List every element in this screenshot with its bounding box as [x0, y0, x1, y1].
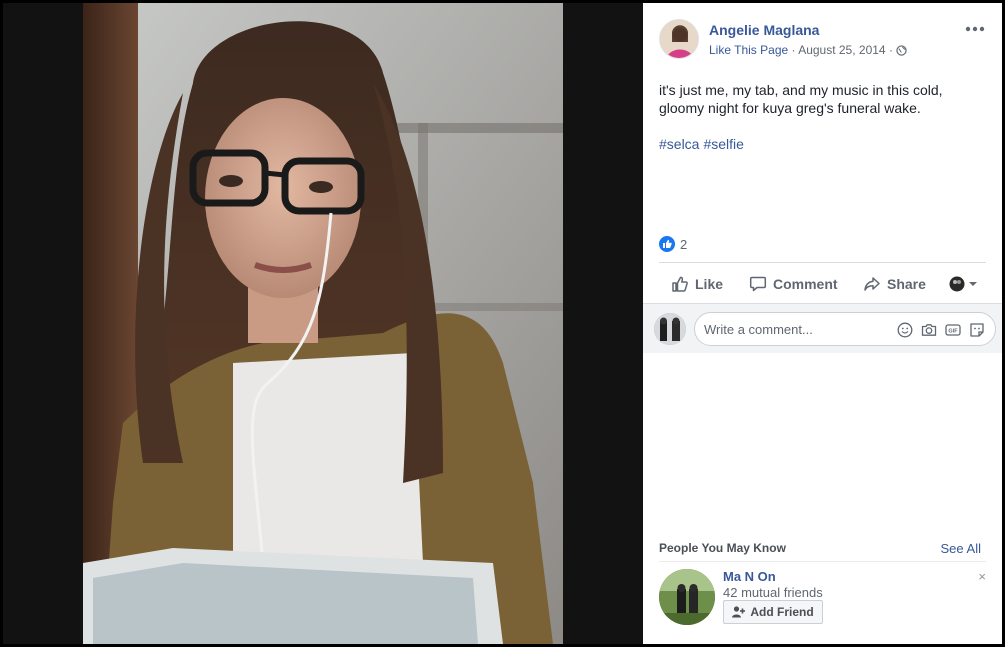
photo-letterbox-left [3, 3, 83, 644]
post-actions: Like Comment Share [659, 265, 986, 303]
suggested-person-avatar[interactable] [659, 569, 715, 625]
viewer-avatar [654, 313, 686, 345]
meta-separator: · [888, 43, 893, 57]
sticker-icon[interactable] [969, 322, 985, 338]
divider [659, 262, 986, 263]
photo-viewer: Angelie Maglana Like This Page · August … [0, 0, 1005, 647]
pymk-title: People You May Know [659, 541, 786, 555]
hashtag-link[interactable]: #selfie [703, 136, 743, 152]
post-date[interactable]: August 25, 2014 [798, 43, 885, 57]
like-reaction-icon [659, 236, 675, 252]
smiley-icon[interactable] [897, 322, 913, 338]
comment-composer: GIF [643, 303, 1002, 353]
author-avatar-image [660, 20, 698, 58]
comment-button[interactable]: Comment [749, 265, 838, 303]
like-page-link[interactable]: Like This Page [709, 43, 788, 57]
photo[interactable] [83, 3, 563, 644]
photo-letterbox-right [563, 3, 643, 644]
author-name[interactable]: Angelie Maglana [709, 22, 819, 38]
suggested-person-avatar-image [659, 569, 715, 625]
globe-icon [896, 45, 907, 56]
see-all-link[interactable]: See All [941, 541, 981, 556]
photo-image [83, 3, 563, 644]
suggested-person-name[interactable]: Ma N On [723, 569, 776, 584]
comment-input[interactable] [704, 313, 884, 345]
add-friend-label: Add Friend [750, 605, 814, 619]
close-icon[interactable]: × [978, 569, 986, 584]
viewer-avatar-image [654, 313, 686, 345]
share-button[interactable]: Share [863, 265, 926, 303]
share-icon [864, 277, 880, 291]
audience-selector[interactable] [949, 265, 987, 303]
like-icon [672, 276, 688, 292]
divider [659, 561, 986, 562]
meta-separator: · [791, 43, 796, 57]
post-text: it's just me, my tab, and my music in th… [659, 82, 943, 116]
gif-icon[interactable]: GIF [945, 322, 961, 338]
audience-selector-icon [949, 276, 977, 292]
add-friend-icon [732, 606, 746, 618]
like-button[interactable]: Like [671, 265, 723, 303]
photo-stage [3, 3, 643, 644]
post-meta: Like This Page · August 25, 2014 · [709, 43, 907, 57]
more-options-icon[interactable] [964, 21, 986, 37]
mutual-friends-count[interactable]: 42 mutual friends [723, 585, 823, 600]
comment-icon [749, 276, 767, 292]
camera-icon[interactable] [921, 322, 937, 338]
hashtags: #selca #selfie [659, 136, 748, 152]
hashtag-link[interactable]: #selca [659, 136, 699, 152]
post-panel: Angelie Maglana Like This Page · August … [643, 3, 1002, 644]
post-header: Angelie Maglana Like This Page · August … [659, 19, 986, 63]
svg-text:GIF: GIF [948, 329, 958, 335]
comment-label: Comment [773, 276, 838, 292]
reaction-count: 2 [680, 237, 688, 252]
comment-box: GIF [694, 312, 996, 346]
author-avatar[interactable] [659, 19, 699, 59]
like-label: Like [695, 276, 724, 292]
share-label: Share [887, 276, 926, 292]
add-friend-button[interactable]: Add Friend [723, 600, 823, 624]
